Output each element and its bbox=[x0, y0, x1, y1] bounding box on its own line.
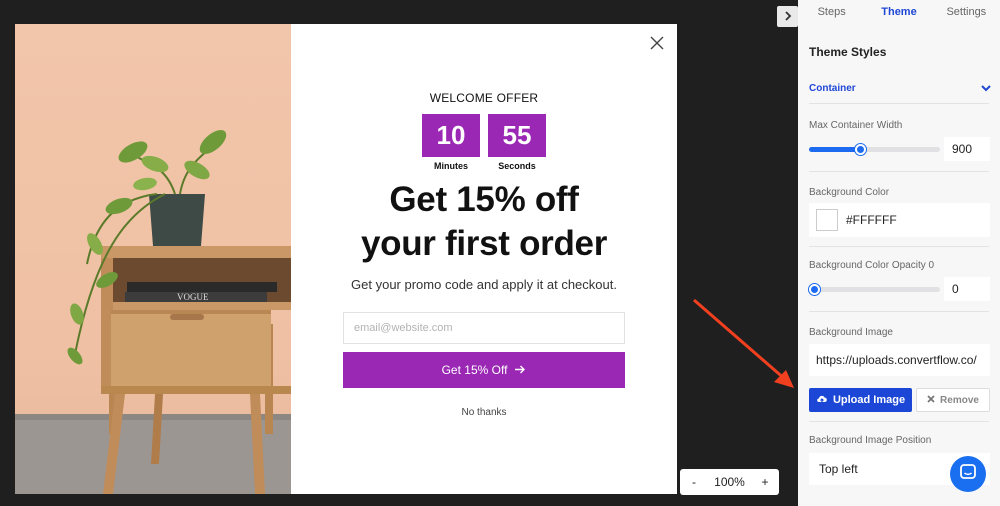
cta-label: Get 15% Off bbox=[441, 363, 508, 377]
container-accordion[interactable]: Container bbox=[809, 79, 991, 97]
zoom-level: 100% bbox=[714, 475, 745, 489]
remove-label: Remove bbox=[940, 394, 979, 406]
max-width-input[interactable]: 900 bbox=[944, 137, 990, 161]
divider bbox=[809, 103, 989, 104]
bg-opacity-label: Background Color Opacity 0 bbox=[809, 260, 935, 271]
max-width-slider[interactable] bbox=[809, 144, 940, 155]
bg-opacity-slider[interactable] bbox=[809, 284, 940, 295]
color-swatch[interactable] bbox=[816, 209, 838, 231]
bg-image-url-field[interactable]: https://uploads.convertflow.co/ bbox=[809, 344, 990, 376]
bg-image-label: Background Image bbox=[809, 327, 893, 338]
arrow-right-icon bbox=[515, 363, 526, 377]
headline-line-1: Get 15% off bbox=[389, 180, 579, 219]
timer-minutes-label: Minutes bbox=[433, 161, 468, 171]
tab-steps[interactable]: Steps bbox=[798, 0, 865, 24]
timer-seconds-label: Seconds bbox=[498, 161, 536, 171]
chevron-right-icon bbox=[784, 8, 792, 26]
chevron-down-icon bbox=[981, 79, 991, 97]
headline: Get 15% off your first order bbox=[291, 178, 677, 266]
divider bbox=[809, 246, 989, 247]
headline-line-2: your first order bbox=[360, 224, 608, 263]
upload-image-button[interactable]: Upload Image bbox=[809, 388, 912, 412]
tab-settings[interactable]: Settings bbox=[933, 0, 1000, 24]
section-title: Theme Styles bbox=[809, 45, 887, 59]
container-label: Container bbox=[809, 82, 856, 94]
remove-image-button[interactable]: Remove bbox=[916, 388, 990, 412]
theme-sidebar: Steps Theme Settings Theme Styles Contai… bbox=[798, 0, 1000, 506]
timer-seconds-value: 55 bbox=[488, 114, 546, 157]
popup-content: WELCOME OFFER 10 Minutes 55 Seconds Get … bbox=[291, 24, 677, 494]
timer-minutes-value: 10 bbox=[422, 114, 480, 157]
divider bbox=[809, 311, 989, 312]
chat-icon bbox=[959, 463, 977, 486]
svg-text:VOGUE: VOGUE bbox=[177, 292, 209, 302]
zoom-in-button[interactable]: + bbox=[759, 475, 771, 489]
divider bbox=[809, 171, 989, 172]
product-photo: VOGUE bbox=[15, 24, 291, 494]
offer-label: WELCOME OFFER bbox=[429, 91, 539, 105]
slider-handle[interactable] bbox=[855, 144, 866, 155]
cloud-upload-icon bbox=[816, 394, 828, 407]
timer-seconds: 55 Seconds bbox=[488, 114, 546, 171]
bg-position-label: Background Image Position bbox=[809, 435, 932, 446]
email-field[interactable] bbox=[343, 312, 625, 344]
bg-color-picker[interactable]: #FFFFFF bbox=[809, 203, 990, 237]
subtext: Get your promo code and apply it at chec… bbox=[351, 277, 617, 292]
tab-theme[interactable]: Theme bbox=[865, 0, 932, 24]
max-width-label: Max Container Width bbox=[809, 120, 903, 131]
bg-color-value: #FFFFFF bbox=[846, 213, 897, 227]
close-icon[interactable] bbox=[649, 35, 665, 51]
close-icon bbox=[927, 394, 935, 406]
no-thanks-link[interactable]: No thanks bbox=[291, 407, 677, 418]
slider-fill bbox=[809, 147, 861, 152]
get-discount-button[interactable]: Get 15% Off bbox=[343, 352, 625, 388]
collapse-sidebar-button[interactable] bbox=[777, 6, 798, 27]
bg-color-label: Background Color bbox=[809, 187, 890, 198]
slider-handle[interactable] bbox=[809, 284, 820, 295]
zoom-control: - 100% + bbox=[680, 469, 779, 495]
sidebar-tabs: Steps Theme Settings bbox=[798, 0, 1000, 24]
editor-canvas: VOGUE WELCOME OFFER 10 Minutes 55 Second… bbox=[0, 0, 779, 506]
chat-support-button[interactable] bbox=[950, 456, 986, 492]
upload-image-label: Upload Image bbox=[832, 394, 906, 406]
popup-preview: VOGUE WELCOME OFFER 10 Minutes 55 Second… bbox=[15, 24, 677, 494]
countdown-timer: 10 Minutes 55 Seconds bbox=[291, 114, 677, 171]
zoom-out-button[interactable]: - bbox=[688, 475, 700, 489]
timer-minutes: 10 Minutes bbox=[422, 114, 480, 171]
nightstand-plant-illustration: VOGUE bbox=[15, 130, 291, 494]
divider bbox=[809, 421, 989, 422]
bg-opacity-input[interactable]: 0 bbox=[944, 277, 990, 301]
